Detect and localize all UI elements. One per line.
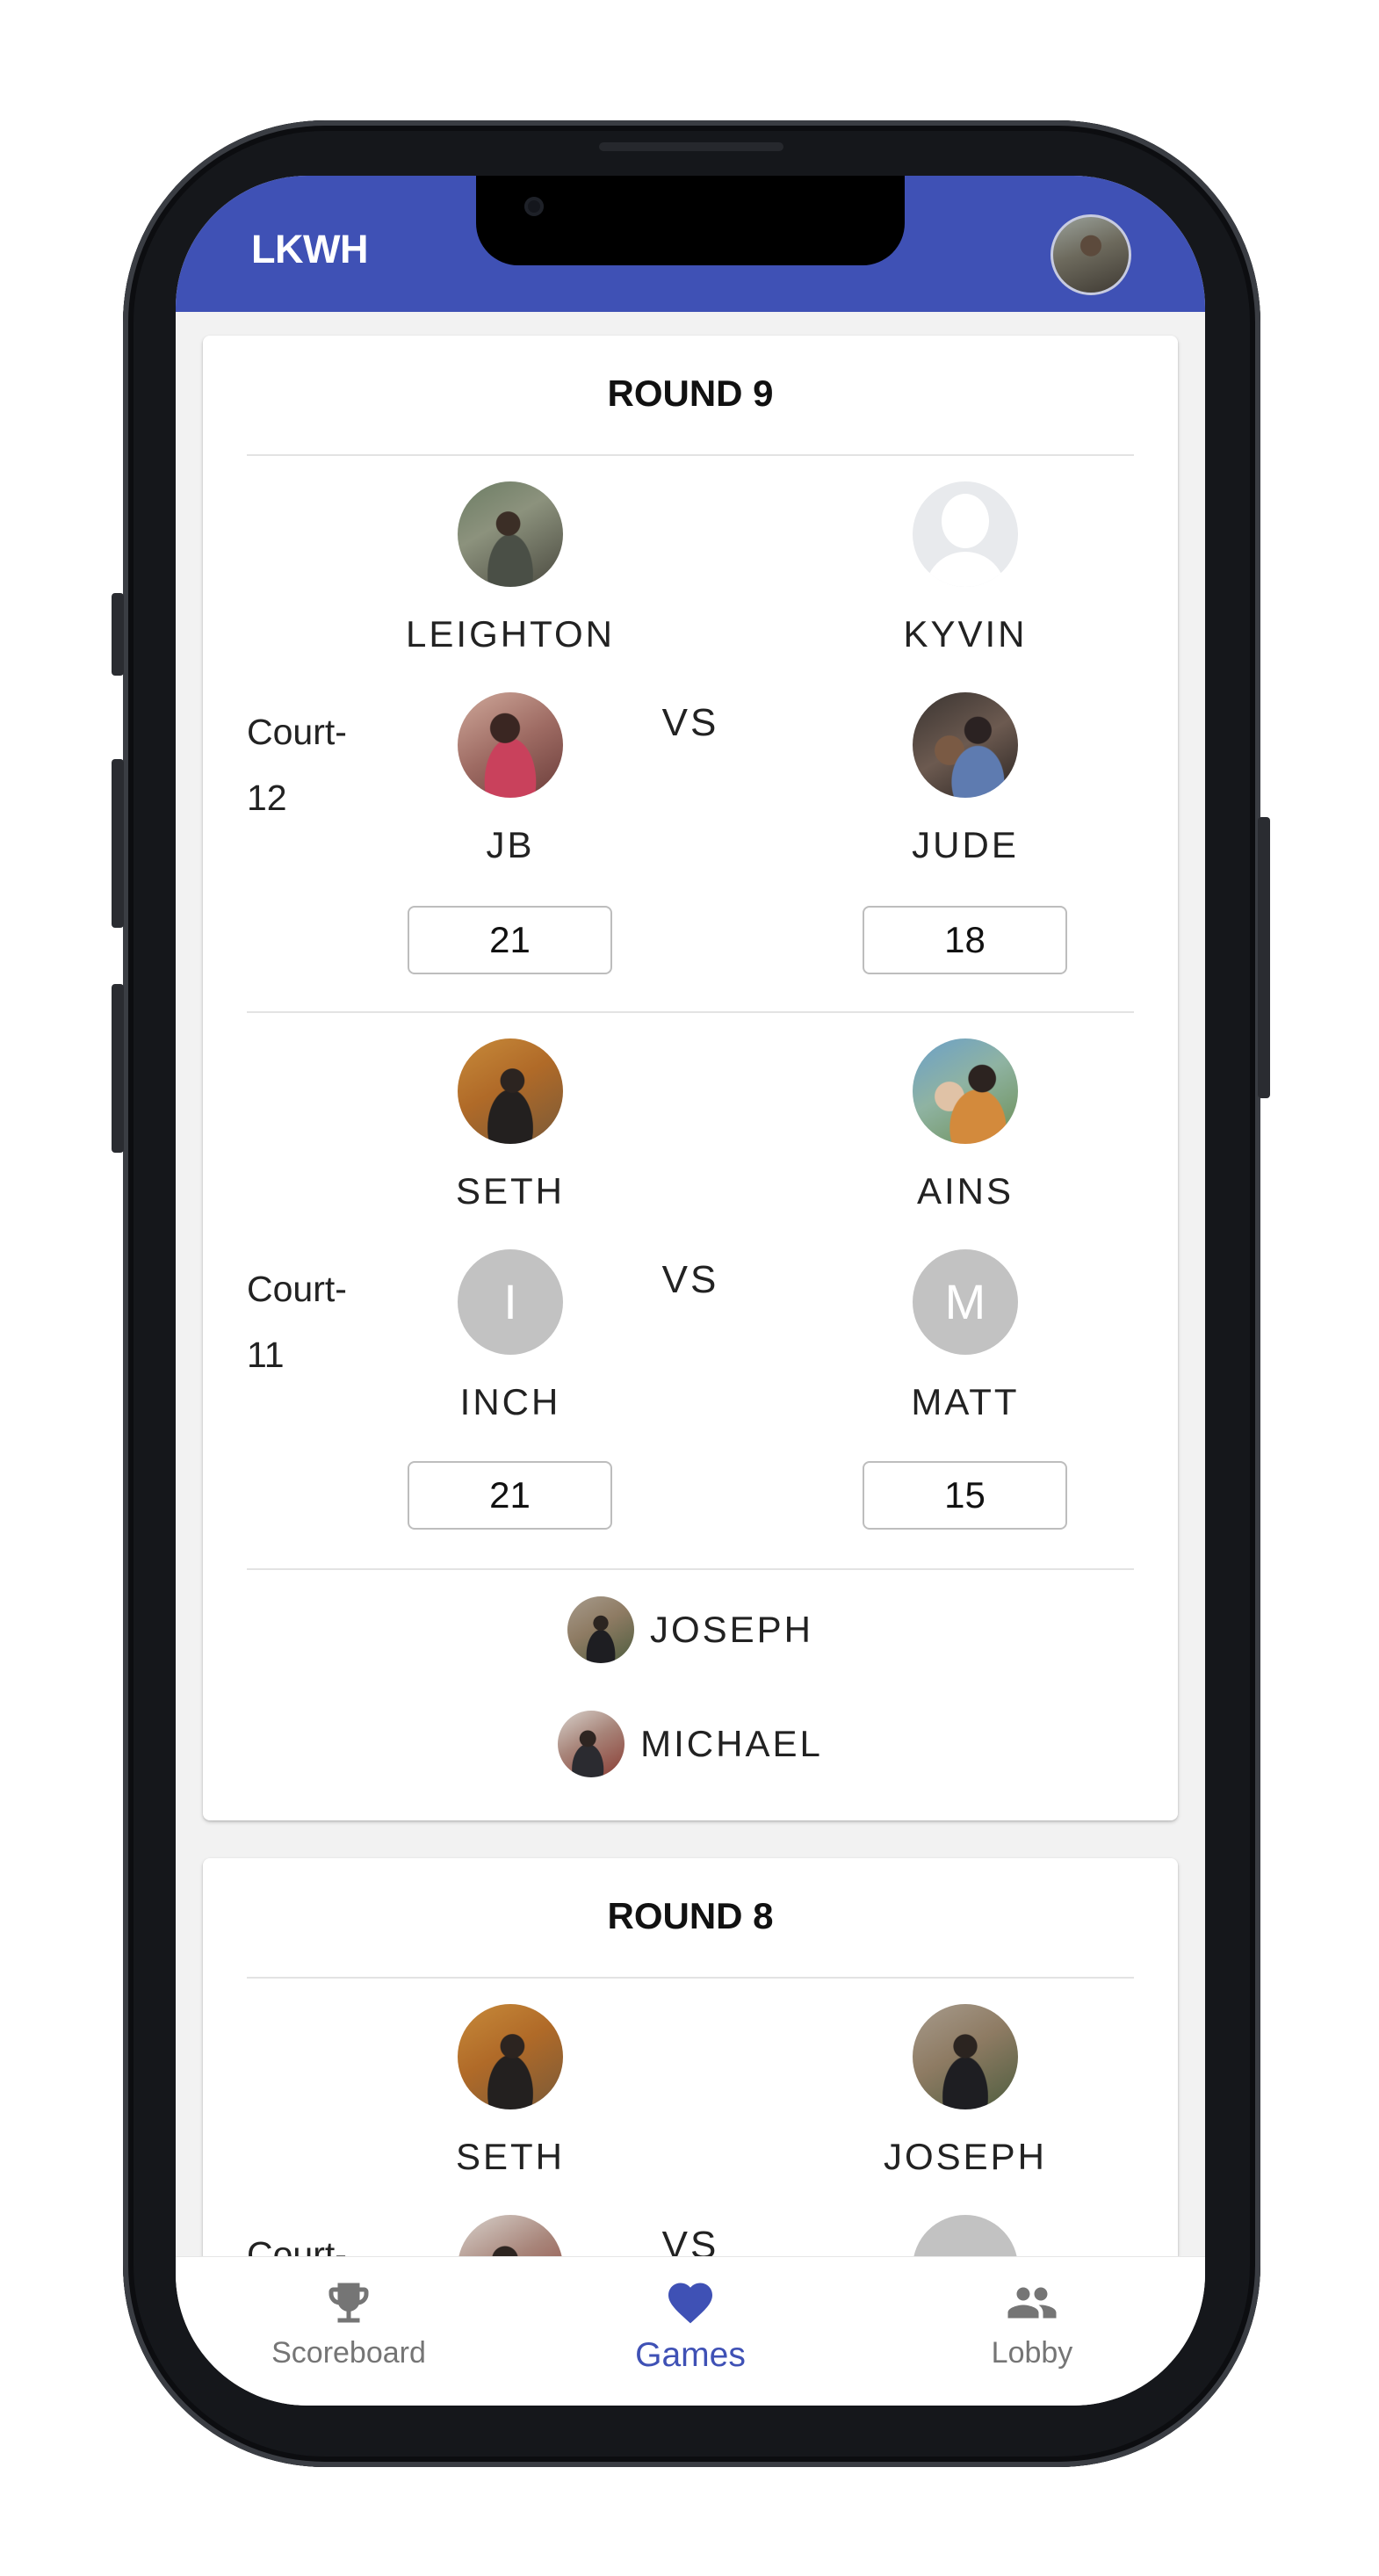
player: SETH xyxy=(379,1038,642,1214)
player-name: SETH xyxy=(455,2136,565,2177)
round-title: ROUND 9 xyxy=(607,373,774,414)
player-avatar xyxy=(458,692,563,798)
nav-item-scoreboard[interactable]: Scoreboard xyxy=(243,2276,454,2370)
player-name: JB xyxy=(486,824,535,865)
player-name: LEIGHTON xyxy=(406,613,615,655)
divider xyxy=(247,1568,1134,1570)
player-name: JOSEPH xyxy=(649,1609,814,1650)
player-avatar xyxy=(458,2004,563,2109)
player: JOSEPH xyxy=(834,2004,1097,2180)
player-name: KYVIN xyxy=(903,613,1028,655)
volume-down-button xyxy=(112,984,124,1153)
sitting-out-player: JOSEPH xyxy=(203,1596,1178,1667)
player-avatar xyxy=(567,1596,634,1663)
score-input-team1[interactable]: 21 xyxy=(408,906,612,974)
volume-up-button xyxy=(112,759,124,928)
court-label: Court-12 xyxy=(247,712,347,818)
match: Court- VS SETH JOSEPH xyxy=(203,2004,1178,2256)
player xyxy=(834,2215,1097,2256)
player-avatar xyxy=(458,481,563,587)
sitting-out-player: MICHAEL xyxy=(203,1711,1178,1781)
heart-icon xyxy=(668,2283,712,2324)
player: KYVIN xyxy=(834,481,1097,657)
round-card: ROUND 8 Court- VS SETH JOSEPH xyxy=(203,1858,1178,2256)
default-avatar-icon xyxy=(913,481,1018,587)
player-name: MATT xyxy=(911,1381,1020,1422)
score-input-team2[interactable]: 15 xyxy=(863,1461,1067,1530)
nav-label: Lobby xyxy=(991,2336,1073,2370)
games-list[interactable]: ROUND 9 Court-12 VS LEIGHTON JB KYVIN JU… xyxy=(176,312,1205,2256)
vs-label: VS xyxy=(661,2224,719,2256)
silent-switch xyxy=(112,593,124,676)
vs-label: VS xyxy=(661,1258,719,1301)
player-name: JUDE xyxy=(912,824,1019,865)
player-avatar xyxy=(913,2004,1018,2109)
player-avatar xyxy=(458,1038,563,1144)
player-name: MICHAEL xyxy=(640,1723,823,1764)
player-avatar xyxy=(913,692,1018,798)
player-name: AINS xyxy=(916,1170,1014,1212)
match: Court-12 VS LEIGHTON JB KYVIN JUDE 21 18 xyxy=(203,481,1178,1037)
people-icon xyxy=(1007,2287,1057,2319)
vs-label: VS xyxy=(661,701,719,744)
player-name: INCH xyxy=(459,1381,561,1422)
front-camera xyxy=(524,197,544,216)
power-button xyxy=(1258,817,1270,1098)
player-name: JOSEPH xyxy=(883,2136,1048,2177)
divider xyxy=(247,454,1134,456)
round-title: ROUND 8 xyxy=(607,1895,774,1936)
bottom-navigation: Scoreboard Games Lobby xyxy=(176,2256,1205,2406)
court-label: Court- xyxy=(247,2234,347,2256)
player: JB xyxy=(379,692,642,868)
player-avatar-initial xyxy=(913,2215,1018,2256)
player: SETH xyxy=(379,2004,642,2180)
player: M MATT xyxy=(834,1249,1097,1425)
trophy-icon xyxy=(329,2283,369,2323)
player-avatar xyxy=(558,1711,625,1777)
nav-item-lobby[interactable]: Lobby xyxy=(927,2276,1137,2370)
player-avatar-initial: I xyxy=(458,1249,563,1355)
player: LEIGHTON xyxy=(379,481,642,657)
player xyxy=(379,2215,642,2256)
player-avatar xyxy=(913,1038,1018,1144)
earpiece-speaker xyxy=(599,142,783,151)
divider xyxy=(247,1977,1134,1979)
player: AINS xyxy=(834,1038,1097,1214)
player: I INCH xyxy=(379,1249,642,1425)
player-avatar-initial: M xyxy=(913,1249,1018,1355)
account-avatar[interactable] xyxy=(1050,214,1131,295)
score-input-team2[interactable]: 18 xyxy=(863,906,1067,974)
player-name: SETH xyxy=(455,1170,565,1212)
match: Court-11 VS SETH I INCH AINS M MATT 21 1… xyxy=(203,1038,1178,1594)
score-input-team1[interactable]: 21 xyxy=(408,1461,612,1530)
round-card: ROUND 9 Court-12 VS LEIGHTON JB KYVIN JU… xyxy=(203,336,1178,1820)
screen: LKWH ROUND 9 Court-12 VS LEIGHTON JB KYV… xyxy=(176,176,1205,2406)
app-title: LKWH xyxy=(251,227,368,271)
court-label: Court-11 xyxy=(247,1269,347,1375)
nav-item-games[interactable]: Games xyxy=(585,2276,796,2375)
player-avatar xyxy=(458,2215,563,2256)
player: JUDE xyxy=(834,692,1097,868)
nav-label: Scoreboard xyxy=(271,2336,426,2370)
divider xyxy=(247,1011,1134,1013)
notch xyxy=(476,176,905,265)
nav-label: Games xyxy=(635,2336,746,2374)
